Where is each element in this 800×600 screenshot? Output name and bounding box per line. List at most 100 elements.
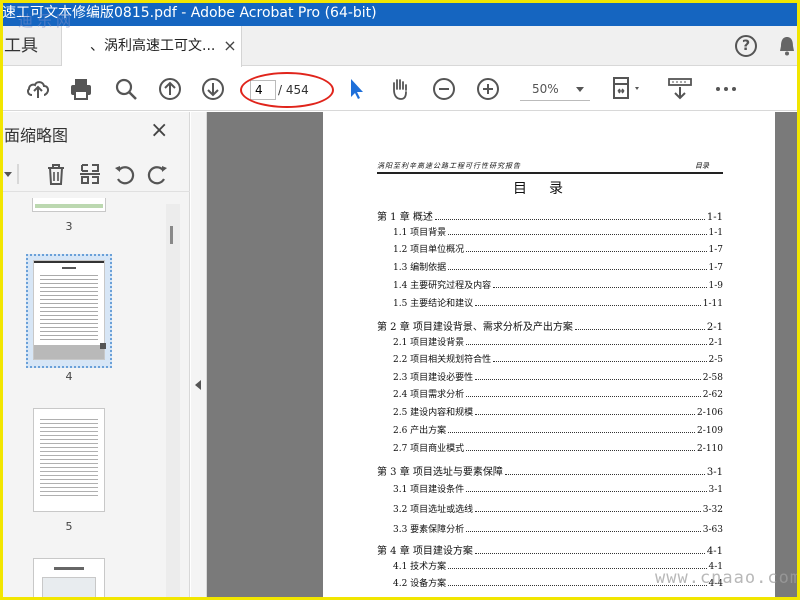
toc-entry-text: 2.3 项目建设必要性 — [393, 373, 474, 383]
hand-tool-icon[interactable] — [387, 76, 413, 102]
toc-section-row[interactable]: 2.5 建设内容和规模 2-106 — [393, 405, 723, 418]
insert-pages-icon[interactable] — [78, 162, 102, 186]
toc-entry-page: 1-1 — [706, 212, 723, 223]
chevron-down-icon[interactable] — [576, 87, 584, 92]
cloud-upload-icon[interactable] — [25, 76, 51, 102]
zoom-search-icon[interactable] — [113, 76, 139, 102]
tab-close-button[interactable]: × — [222, 26, 238, 66]
page-header: 涡阳至利辛高速公路工程可行性研究报告 目录 — [377, 160, 723, 174]
toc-entry-text: 第 3 章 项目选址与要素保障 — [377, 467, 503, 478]
toc-entry-text: 1.5 主要结论和建议 — [393, 299, 474, 309]
toc-entry-text: 3.3 要素保障分析 — [393, 525, 465, 535]
toc-entry-text: 4.2 设备方案 — [393, 579, 447, 589]
toc-section-row[interactable]: 2.4 项目需求分析 2-62 — [393, 387, 723, 400]
toc-section-row[interactable]: 2.1 项目建设背景 2-1 — [393, 335, 723, 348]
toc-entry-page: 2-110 — [697, 444, 723, 454]
toc-leader-dots — [448, 264, 707, 270]
toc-entry-text: 4.1 技术方案 — [393, 562, 447, 572]
toc-section-row[interactable]: 1.2 项目单位概况 1-7 — [393, 242, 723, 255]
page-number-input[interactable] — [250, 80, 276, 100]
toc-leader-dots — [504, 469, 705, 475]
toc-leader-dots — [493, 356, 707, 362]
thumbnail-scrollbar[interactable] — [166, 204, 180, 600]
toc-section-row[interactable]: 1.1 项目背景 1-1 — [393, 225, 723, 238]
toc-entry-page: 1-7 — [708, 245, 724, 255]
panel-toolbar — [0, 156, 190, 192]
rotate-counterclockwise-icon[interactable] — [112, 162, 136, 186]
toc-section-row[interactable]: 2.7 项目商业模式 2-110 — [393, 441, 723, 454]
toc-entry-page: 3-63 — [702, 525, 723, 535]
bell-icon[interactable] — [776, 35, 798, 57]
toc-entry-text: 1.1 项目背景 — [393, 228, 447, 238]
toc-chapter-row[interactable]: 第 1 章 概述 1-1 — [377, 208, 723, 223]
toc-entry-page: 1-9 — [708, 281, 724, 291]
toc-leader-dots — [475, 506, 701, 512]
toc-entry-text: 1.2 项目单位概况 — [393, 245, 465, 255]
toc-section-row[interactable]: 3.3 要素保障分析 3-63 — [393, 522, 723, 535]
print-icon[interactable] — [68, 76, 94, 102]
rotate-clockwise-icon[interactable] — [146, 162, 170, 186]
toc-entry-text: 3.2 项目选址或选线 — [393, 505, 474, 515]
panel-collapse-strip[interactable] — [191, 112, 207, 600]
toc-section-row[interactable]: 3.2 项目选址或选线 3-32 — [393, 502, 723, 515]
toc-leader-dots — [475, 409, 696, 415]
toc-chapter-row[interactable]: 第 3 章 项目选址与要素保障 3-1 — [377, 463, 723, 478]
window-title-bar: 速工可文本修编版0815.pdf - Adobe Acrobat Pro (64… — [0, 0, 800, 26]
thumbnail-page-4[interactable] — [33, 260, 106, 360]
help-icon[interactable]: ? — [735, 35, 757, 57]
toc-entry-text: 1.3 编制依据 — [393, 263, 447, 273]
next-page-icon[interactable] — [200, 76, 226, 102]
thumbnail-label: 4 — [65, 370, 73, 383]
toc-entry-page: 4-1 — [706, 546, 723, 557]
toc-entry-text: 2.1 项目建设背景 — [393, 338, 465, 348]
toc-chapter-row[interactable]: 第 4 章 项目建设方案 4-1 — [377, 542, 723, 557]
chevron-left-icon[interactable] — [195, 380, 201, 390]
panel-close-button[interactable]: × — [150, 118, 168, 143]
page-fit-icon[interactable] — [610, 76, 644, 102]
thumbnail-label: 3 — [65, 220, 73, 233]
select-cursor-icon[interactable] — [344, 76, 370, 102]
toc-leader-dots — [448, 427, 696, 433]
toc-section-row[interactable]: 2.6 产出方案 2-109 — [393, 423, 723, 436]
toc-title: 目录 — [513, 181, 585, 197]
trash-icon[interactable] — [44, 162, 68, 186]
page-total: / 454 — [278, 83, 309, 97]
zoom-in-icon[interactable] — [475, 76, 501, 102]
toc-section-row[interactable]: 2.3 项目建设必要性 2-58 — [393, 370, 723, 383]
toc-entry-text: 2.4 项目需求分析 — [393, 390, 465, 400]
toc-leader-dots — [474, 548, 705, 554]
tab-tools[interactable]: 工具 — [0, 26, 62, 66]
toc-section-row[interactable]: 1.4 主要研究过程及内容 1-9 — [393, 278, 723, 291]
thumbnail-page-3[interactable] — [32, 198, 106, 212]
more-options-icon[interactable] — [713, 76, 739, 102]
toc-entry-page: 1-7 — [708, 263, 724, 273]
toc-entry-text: 3.1 项目建设条件 — [393, 485, 465, 495]
zoom-out-icon[interactable] — [431, 76, 457, 102]
tab-document[interactable]: 、涡利高速工可文... — [62, 26, 242, 67]
toc-entry-page: 2-5 — [708, 355, 724, 365]
toc-leader-dots — [466, 339, 707, 345]
toc-section-row[interactable]: 1.3 编制依据 1-7 — [393, 260, 723, 273]
thumbnail-page-5[interactable] — [33, 408, 105, 512]
previous-page-icon[interactable] — [157, 76, 183, 102]
toc-section-row[interactable]: 2.2 项目相关规划符合性 2-5 — [393, 352, 723, 365]
toc-entry-page: 2-109 — [697, 426, 723, 436]
toc-leader-dots — [574, 324, 705, 330]
toc-leader-dots — [434, 214, 705, 220]
main-toolbar: / 454 50% — [0, 67, 800, 111]
toc-entry-text: 1.4 主要研究过程及内容 — [393, 281, 492, 291]
toc-leader-dots — [475, 374, 701, 380]
toc-entry-page: 2-58 — [702, 373, 723, 383]
toc-section-row[interactable]: 3.1 项目建设条件 3-1 — [393, 482, 723, 495]
toc-leader-dots — [475, 300, 701, 306]
toc-section-row[interactable]: 1.5 主要结论和建议 1-11 — [393, 296, 723, 309]
scroll-mode-icon[interactable] — [666, 76, 694, 102]
toc-entry-page: 2-1 — [708, 338, 724, 348]
page-header-right: 目录 — [695, 162, 709, 170]
page-header-left: 涡阳至利辛高速公路工程可行性研究报告 — [377, 162, 521, 170]
toc-entry-page: 1-1 — [708, 228, 724, 238]
thumbnail-page-6[interactable] — [33, 558, 105, 600]
options-dropdown-icon[interactable] — [0, 162, 20, 186]
scrollbar-thumb[interactable] — [170, 226, 173, 244]
toc-chapter-row[interactable]: 第 2 章 项目建设背景、需求分析及产出方案 2-1 — [377, 318, 723, 333]
